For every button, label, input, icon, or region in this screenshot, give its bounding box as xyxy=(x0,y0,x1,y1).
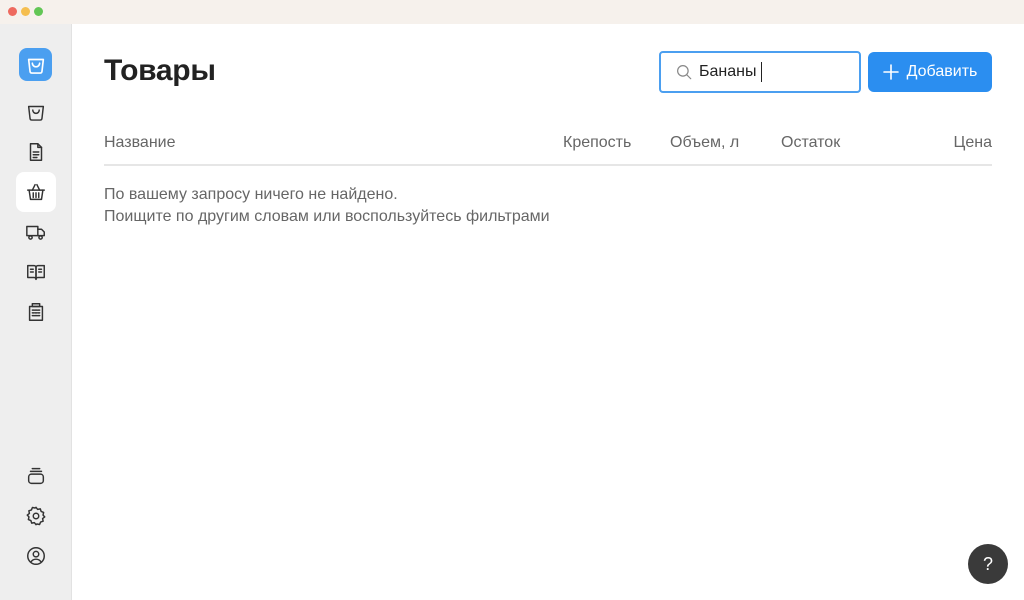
truck-icon xyxy=(26,225,45,240)
sidebar-item-documents[interactable] xyxy=(16,132,56,172)
help-button[interactable]: ? xyxy=(968,544,1008,584)
document-icon xyxy=(29,143,43,161)
column-header-strength[interactable]: Крепость xyxy=(563,134,631,152)
basket-icon xyxy=(27,183,45,201)
column-header-name[interactable]: Название xyxy=(104,134,176,152)
close-window-button[interactable] xyxy=(8,7,17,16)
sidebar-item-products[interactable] xyxy=(16,172,56,212)
page-title: Товары xyxy=(104,54,216,87)
minimize-window-button[interactable] xyxy=(21,7,30,16)
table-header: Название Крепость Объем, л Остаток Цена xyxy=(104,132,992,166)
gear-icon xyxy=(26,506,46,526)
empty-state-line-2: Поищите по другим словам или воспользуйт… xyxy=(104,208,550,225)
stack-icon xyxy=(27,467,45,485)
sidebar-item-cashbox[interactable] xyxy=(16,292,56,332)
zoom-window-button[interactable] xyxy=(34,7,43,16)
sidebar-item-delivery[interactable] xyxy=(16,212,56,252)
sidebar-item-orders[interactable] xyxy=(16,92,56,132)
add-button-label: Добавить xyxy=(906,63,978,80)
user-icon xyxy=(27,547,45,565)
sidebar-item-profile[interactable] xyxy=(16,536,56,576)
book-icon xyxy=(27,264,45,281)
sidebar-item-settings[interactable] xyxy=(16,496,56,536)
empty-state-line-1: По вашему запросу ничего не найдено. xyxy=(104,186,398,203)
text-caret xyxy=(761,62,762,82)
plus-icon xyxy=(882,64,899,80)
app-window: Товары Добавить Название Крепость Объем,… xyxy=(0,0,1024,600)
search-input[interactable] xyxy=(699,63,759,81)
search-icon xyxy=(677,65,692,80)
shopping-bag-icon xyxy=(27,58,44,74)
bag-icon xyxy=(27,105,45,121)
column-header-stock[interactable]: Остаток xyxy=(781,134,840,152)
main-content: Товары Добавить Название Крепость Объем,… xyxy=(72,24,1024,600)
sidebar xyxy=(0,24,72,600)
column-header-price[interactable]: Цена xyxy=(954,134,992,152)
calculator-icon xyxy=(28,303,44,321)
column-header-volume[interactable]: Объем, л xyxy=(670,134,739,152)
search-box[interactable] xyxy=(659,51,861,93)
add-button[interactable]: Добавить xyxy=(868,52,992,92)
title-bar xyxy=(0,0,1024,24)
app-logo[interactable] xyxy=(19,48,52,81)
sidebar-item-stack[interactable] xyxy=(16,456,56,496)
empty-state: По вашему запросу ничего не найдено. Пои… xyxy=(104,184,550,228)
sidebar-item-catalog[interactable] xyxy=(16,252,56,292)
